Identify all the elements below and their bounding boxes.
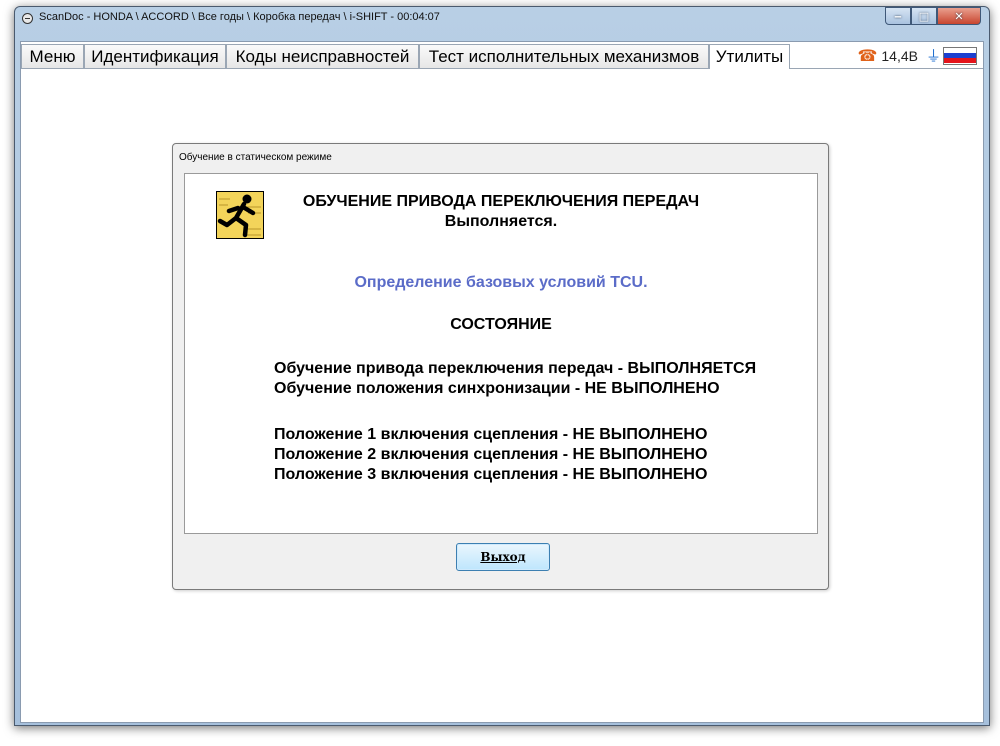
russia-flag-icon [943, 46, 977, 65]
tab-identification[interactable]: Идентификация [84, 44, 226, 68]
minimize-button[interactable]: ‒ [885, 7, 911, 25]
tab-bar: Меню Идентификация Коды неисправностей Т… [21, 42, 983, 69]
tab-fault-codes[interactable]: Коды неисправностей [226, 44, 419, 68]
window-controls: ‒ □ ✕ [885, 7, 981, 25]
title-bar[interactable]: ScanDoc - HONDA \ ACCORD \ Все годы \ Ко… [15, 7, 989, 31]
dialog-subheading: Выполняется. [444, 213, 558, 230]
status-area: ☎ 14,4В ⏚ [857, 45, 977, 66]
plug-icon: ⏚ [925, 48, 941, 65]
exit-button[interactable]: Выход [456, 543, 550, 571]
tab-actuator-test[interactable]: Тест исполнительных механизмов [419, 44, 709, 68]
dialog-panel: ОБУЧЕНИЕ ПРИВОДА ПЕРЕКЛЮЧЕНИЯ ПЕРЕДАЧ Вы… [184, 173, 818, 534]
static-learning-dialog: Обучение в статическом режиме ОБУЧЕНИЕ П… [172, 143, 829, 590]
window-title: ScanDoc - HONDA \ ACCORD \ Все годы \ Ко… [39, 11, 440, 23]
status-line-shift-actuator: Обучение привода переключения передач - … [274, 360, 757, 377]
maximize-button[interactable]: □ [911, 7, 937, 25]
voltage-readout: 14,4В [881, 47, 918, 64]
status-line-clutch-3: Положение 3 включения сцепления - НЕ ВЫП… [274, 466, 708, 483]
close-button[interactable]: ✕ [937, 7, 981, 25]
tab-utilities[interactable]: Утилиты [709, 44, 790, 69]
dialog-heading: ОБУЧЕНИЕ ПРИВОДА ПЕРЕКЛЮЧЕНИЯ ПЕРЕДАЧ [302, 193, 700, 210]
status-line-clutch-1: Положение 1 включения сцепления - НЕ ВЫП… [274, 426, 708, 443]
status-line-clutch-2: Положение 2 включения сцепления - НЕ ВЫП… [274, 446, 708, 463]
dialog-title: Обучение в статическом режиме [179, 152, 332, 163]
tab-menu[interactable]: Меню [21, 44, 84, 68]
status-line-sync-position: Обучение положения синхронизации - НЕ ВЫ… [274, 380, 720, 397]
info-text: Определение базовых условий TCU. [354, 274, 648, 291]
app-icon [22, 13, 33, 24]
state-title: СОСТОЯНИЕ [450, 316, 552, 333]
phone-icon: ☎ [857, 47, 878, 65]
